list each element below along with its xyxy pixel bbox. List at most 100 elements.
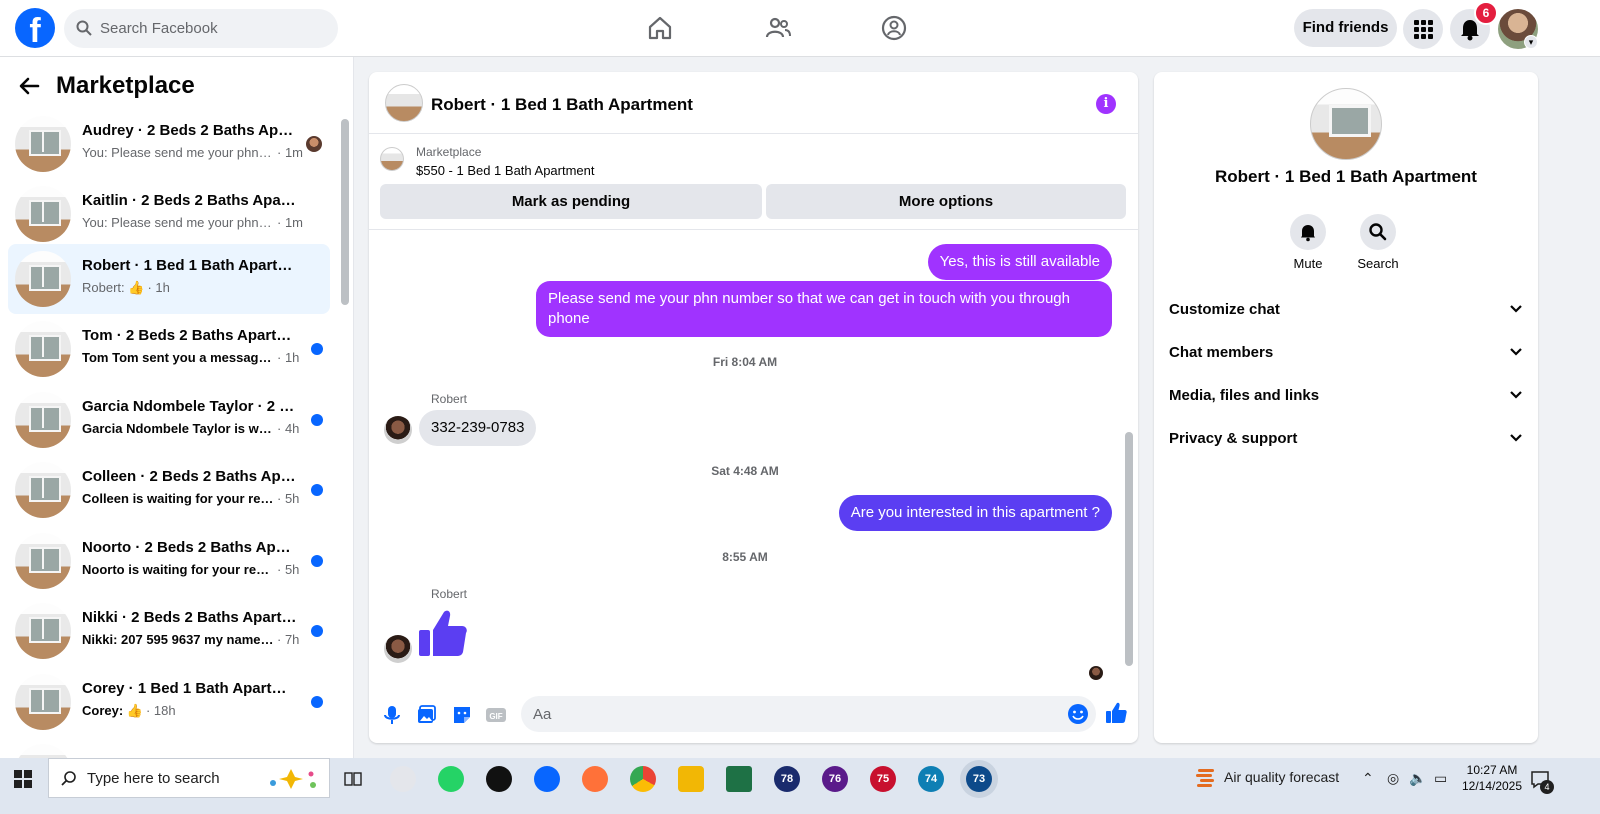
- conversation-list-scrollbar[interactable]: [341, 119, 349, 305]
- notification-count-badge: 4: [1540, 780, 1554, 794]
- more-options-button[interactable]: More options: [766, 184, 1126, 219]
- conversation-item[interactable]: Kaitlin · 2 Beds 2 Baths Apartment You: …: [8, 179, 330, 249]
- facebook-app-icon[interactable]: [534, 766, 560, 792]
- facebook-logo[interactable]: f: [15, 8, 55, 48]
- sender-avatar[interactable]: [384, 635, 412, 663]
- unread-dot: [311, 343, 323, 355]
- message-composer: GIF: [369, 683, 1138, 743]
- air-quality-label[interactable]: Air quality forecast: [1224, 769, 1339, 785]
- gif-icon[interactable]: GIF: [485, 704, 507, 726]
- conversation-item[interactable]: Noorto · 2 Beds 2 Baths Apart... Noorto …: [8, 526, 330, 596]
- conversation-item-partial[interactable]: [8, 737, 330, 758]
- chrome-app-icon[interactable]: [630, 766, 656, 792]
- search-icon: [76, 20, 92, 36]
- conversation-preview: Robert: 👍 · 1h: [82, 280, 170, 295]
- bell-icon: [1301, 225, 1315, 242]
- outgoing-message[interactable]: Please send me your phn number so that w…: [536, 281, 1112, 337]
- seen-avatar: [1089, 666, 1103, 680]
- chevron-down-icon: [1510, 305, 1522, 313]
- mute-button[interactable]: Mute: [1278, 214, 1338, 271]
- incoming-message[interactable]: 332-239-0783: [419, 410, 537, 446]
- outgoing-message[interactable]: Are you interested in this apartment ?: [838, 495, 1112, 531]
- windows-start-icon[interactable]: [14, 770, 32, 788]
- unread-dot: [311, 625, 323, 637]
- tiktok-app-icon[interactable]: [486, 766, 512, 792]
- conversation-item[interactable]: Audrey · 2 Beds 2 Baths Apart... You: Pl…: [8, 109, 330, 179]
- volume-icon[interactable]: 🔈: [1409, 770, 1426, 787]
- conversation-item[interactable]: Nikki · 2 Beds 2 Baths Apartm... Nikki: …: [8, 596, 330, 666]
- chat-title[interactable]: Robert · 1 Bed 1 Bath Apartment: [431, 95, 693, 115]
- back-arrow-icon[interactable]: [18, 75, 40, 97]
- info-icon[interactable]: i: [1096, 94, 1116, 114]
- whatsapp-app-icon[interactable]: [438, 766, 464, 792]
- groups-icon[interactable]: [880, 14, 908, 42]
- conversation-item[interactable]: Tom · 2 Beds 2 Baths Apartment Tom Tom s…: [8, 314, 330, 384]
- app-icon[interactable]: [678, 766, 704, 792]
- taskbar-search-input[interactable]: Type here to search: [48, 758, 330, 798]
- conversation-item-active[interactable]: Robert · 1 Bed 1 Bath Apartment Robert: …: [8, 244, 330, 314]
- unread-dot: [311, 414, 323, 426]
- photo-icon[interactable]: [415, 704, 437, 726]
- chat-members-section[interactable]: Chat members: [1169, 334, 1523, 370]
- network-icon[interactable]: ▭: [1434, 770, 1447, 787]
- timestamp: 8:55 AM: [722, 550, 768, 564]
- privacy-support-section[interactable]: Privacy & support: [1169, 420, 1523, 456]
- app-badge-icon[interactable]: 78: [774, 766, 800, 792]
- home-icon[interactable]: [646, 14, 674, 42]
- air-quality-icon[interactable]: [1196, 767, 1216, 789]
- friends-icon[interactable]: [764, 14, 792, 42]
- conversation-item[interactable]: Colleen · 2 Beds 2 Baths Apart... Collee…: [8, 455, 330, 525]
- listing-thumbnail: [15, 533, 71, 589]
- timestamp: Fri 8:04 AM: [712, 355, 778, 369]
- app-badge-icon[interactable]: 76: [822, 766, 848, 792]
- customize-chat-section[interactable]: Customize chat: [1169, 291, 1523, 327]
- page-title: Marketplace: [56, 72, 195, 99]
- firefox-app-icon[interactable]: [582, 766, 608, 792]
- app-badge-icon[interactable]: 74: [918, 766, 944, 792]
- search-icon: [1369, 223, 1387, 241]
- media-files-links-section[interactable]: Media, files and links: [1169, 377, 1523, 413]
- thumbs-up-sticker-icon[interactable]: [418, 608, 468, 658]
- listing-thumbnail[interactable]: [380, 147, 404, 171]
- search-facebook-input[interactable]: Search Facebook: [64, 9, 338, 48]
- search-in-conversation-button[interactable]: Search: [1348, 214, 1408, 271]
- task-view-icon[interactable]: [344, 770, 362, 788]
- sticker-icon[interactable]: [451, 704, 473, 726]
- conversation-item[interactable]: Corey · 1 Bed 1 Bath Apartment Corey: 👍 ·…: [8, 667, 330, 737]
- paint-app-icon[interactable]: [390, 766, 416, 792]
- outgoing-message[interactable]: Yes, this is still available: [927, 244, 1112, 280]
- menu-button[interactable]: [1403, 9, 1443, 49]
- message-scrollbar[interactable]: [1125, 432, 1133, 666]
- listing-price-title[interactable]: $550 - 1 Bed 1 Bath Apartment: [416, 163, 595, 178]
- chat-avatar[interactable]: [385, 84, 423, 122]
- chevron-up-icon[interactable]: ⌃: [1362, 770, 1374, 787]
- top-navigation-bar: f Search Facebook Find friends 6 ▾: [0, 0, 1600, 57]
- like-thumb-icon[interactable]: [1105, 702, 1127, 724]
- conversation-item[interactable]: Garcia Ndombele Taylor · 2 Be... Garcia …: [8, 385, 330, 455]
- spreadsheet-app-icon[interactable]: [726, 766, 752, 792]
- message-input[interactable]: [521, 696, 1096, 732]
- listing-thumbnail: [15, 603, 71, 659]
- emoji-icon[interactable]: [1067, 703, 1089, 725]
- clock[interactable]: 10:27 AM 12/14/2025: [1460, 762, 1524, 794]
- listing-thumbnail: [15, 674, 71, 730]
- section-label: Media, files and links: [1169, 386, 1320, 404]
- chat-window: Robert · 1 Bed 1 Bath Apartment i Market…: [369, 72, 1138, 743]
- sender-avatar[interactable]: [384, 416, 412, 444]
- marketplace-conversation-list: Marketplace Audrey · 2 Beds 2 Baths Apar…: [0, 57, 354, 758]
- app-badge-icon[interactable]: 75: [870, 766, 896, 792]
- find-friends-button[interactable]: Find friends: [1294, 9, 1397, 47]
- listing-thumbnail: [15, 251, 71, 307]
- conversation-name: Noorto · 2 Beds 2 Baths Apart...: [82, 539, 297, 556]
- chevron-down-icon[interactable]: ▾: [1524, 35, 1538, 49]
- sender-name: Robert: [431, 392, 468, 406]
- unread-dot: [311, 555, 323, 567]
- conversation-avatar[interactable]: [1310, 88, 1382, 160]
- app-badge-icon-active[interactable]: 73: [966, 766, 992, 792]
- conversation-preview: Nikki: 207 595 9637 my name is... · 7h: [82, 632, 300, 647]
- microphone-icon[interactable]: [381, 704, 403, 726]
- mark-as-pending-button[interactable]: Mark as pending: [380, 184, 762, 219]
- listing-thumbnail: [15, 116, 71, 172]
- camera-icon[interactable]: ◎: [1387, 770, 1399, 787]
- mute-label: Mute: [1293, 256, 1323, 271]
